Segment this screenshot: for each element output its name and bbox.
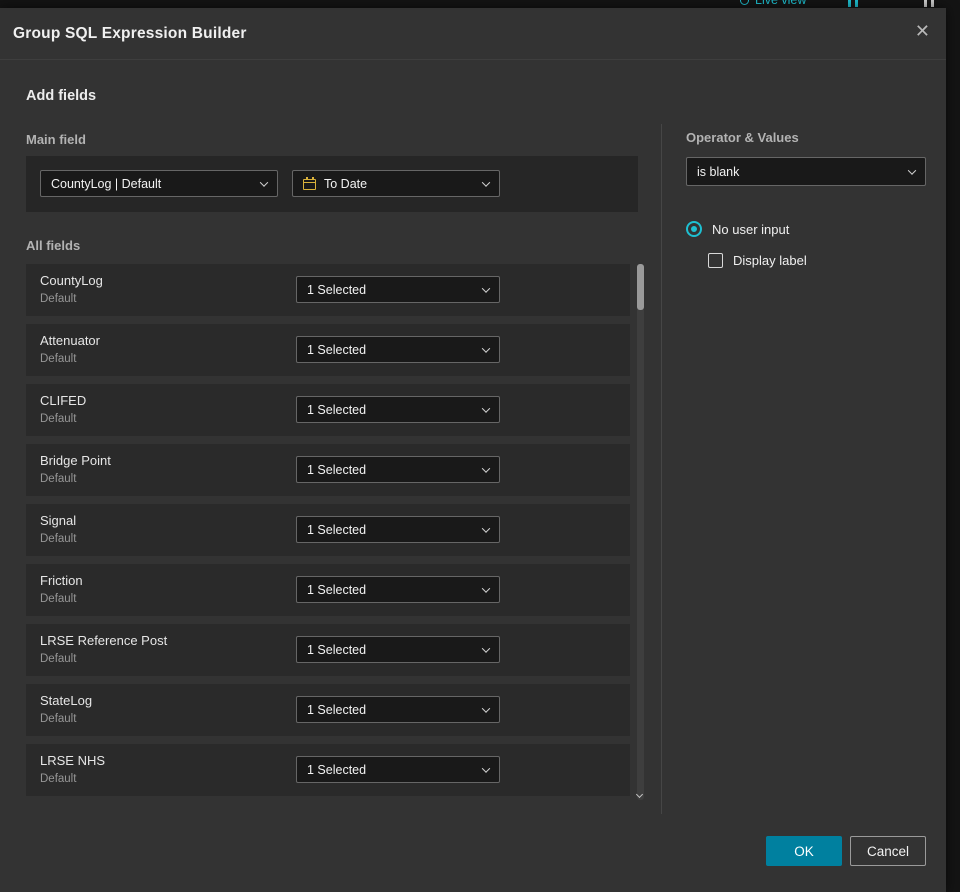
field-row-name: Friction	[40, 573, 83, 588]
field-row: Signal Default 1 Selected	[26, 504, 630, 556]
field-row-name: Attenuator	[40, 333, 100, 348]
field-row: LRSE NHS Default 1 Selected	[26, 744, 630, 796]
field-row: Attenuator Default 1 Selected	[26, 324, 630, 376]
display-label-checkbox-row[interactable]: Display label	[708, 253, 807, 268]
field-row: CountyLog Default 1 Selected	[26, 264, 630, 316]
field-row-sub: Default	[40, 353, 77, 365]
field-row: Friction Default 1 Selected	[26, 564, 630, 616]
operator-dropdown-value: is blank	[697, 164, 740, 179]
field-row-selection-label: 1 Selected	[307, 402, 367, 417]
chevron-down-icon	[481, 523, 491, 533]
field-row-name: LRSE NHS	[40, 753, 106, 768]
field-row-selection-label: 1 Selected	[307, 462, 367, 477]
field-row: LRSE Reference Post Default 1 Selected	[26, 624, 630, 676]
field-row-sub: Default	[40, 473, 77, 485]
display-label-label: Display label	[733, 253, 807, 268]
live-view-icon	[740, 0, 749, 5]
chevron-down-icon	[481, 177, 491, 187]
close-icon[interactable]: ✕	[915, 22, 930, 40]
field-row-selection-label: 1 Selected	[307, 522, 367, 537]
field-row-name: Signal	[40, 513, 77, 528]
no-user-input-radio-row[interactable]: No user input	[686, 221, 789, 237]
date-dropdown-value: To Date	[324, 176, 368, 191]
field-row-sub: Default	[40, 293, 77, 305]
main-field-dropdown[interactable]: CountyLog | Default	[40, 170, 278, 197]
field-row-sub: Default	[40, 413, 77, 425]
field-row: CLIFED Default 1 Selected	[26, 384, 630, 436]
all-fields-label: All fields	[26, 238, 81, 253]
calendar-icon	[303, 177, 316, 190]
chevron-down-icon	[481, 463, 491, 473]
field-row-name: Bridge Point	[40, 453, 111, 468]
checkbox-unchecked-icon[interactable]	[708, 253, 723, 268]
field-row-name: CountyLog	[40, 273, 103, 288]
field-row-name: StateLog	[40, 693, 93, 708]
field-row-name: LRSE Reference Post	[40, 633, 168, 648]
field-selection-dropdown[interactable]: 1 Selected	[296, 276, 500, 303]
chevron-down-icon	[481, 403, 491, 413]
chevron-down-icon	[907, 165, 917, 175]
date-dropdown[interactable]: To Date	[292, 170, 500, 197]
add-fields-heading: Add fields	[26, 88, 97, 104]
columns-icon[interactable]	[924, 0, 934, 7]
field-row-sub: Default	[40, 593, 77, 605]
all-fields-list: CountyLog Default 1 Selected Attenuator …	[26, 264, 630, 804]
field-row: Bridge Point Default 1 Selected	[26, 444, 630, 496]
chevron-down-icon	[481, 283, 491, 293]
main-field-box: CountyLog | Default To Date	[26, 156, 638, 212]
main-field-dropdown-value: CountyLog | Default	[51, 176, 162, 191]
ok-button[interactable]: OK	[766, 836, 842, 866]
chevron-down-icon	[259, 177, 269, 187]
field-row-selection-label: 1 Selected	[307, 282, 367, 297]
group-sql-expression-builder-dialog: Group SQL Expression Builder ✕ Add field…	[0, 8, 946, 892]
scrollbar-thumb[interactable]	[637, 264, 644, 310]
chevron-down-icon	[481, 343, 491, 353]
chevron-down-icon	[481, 763, 491, 773]
field-selection-dropdown[interactable]: 1 Selected	[296, 396, 500, 423]
dialog-header: Group SQL Expression Builder ✕	[0, 8, 946, 60]
field-selection-dropdown[interactable]: 1 Selected	[296, 576, 500, 603]
field-selection-dropdown[interactable]: 1 Selected	[296, 456, 500, 483]
vertical-divider	[661, 124, 662, 814]
scrollbar[interactable]	[635, 264, 644, 800]
field-row-name: CLIFED	[40, 393, 87, 408]
field-row-selection-label: 1 Selected	[307, 642, 367, 657]
field-row-selection-label: 1 Selected	[307, 342, 367, 357]
field-row-sub: Default	[40, 773, 77, 785]
field-selection-dropdown[interactable]: 1 Selected	[296, 516, 500, 543]
dialog-title: Group SQL Expression Builder	[13, 25, 247, 42]
field-selection-dropdown[interactable]: 1 Selected	[296, 696, 500, 723]
pause-icon[interactable]	[848, 0, 858, 7]
chevron-down-icon	[481, 583, 491, 593]
field-row-sub: Default	[40, 653, 77, 665]
operator-dropdown[interactable]: is blank	[686, 157, 926, 186]
field-row: StateLog Default 1 Selected	[26, 684, 630, 736]
main-field-label: Main field	[26, 132, 86, 147]
cancel-button[interactable]: Cancel	[850, 836, 926, 866]
field-row-selection-label: 1 Selected	[307, 582, 367, 597]
no-user-input-label: No user input	[712, 221, 790, 237]
field-selection-dropdown[interactable]: 1 Selected	[296, 756, 500, 783]
field-row-selection-label: 1 Selected	[307, 702, 367, 717]
chevron-down-icon	[481, 703, 491, 713]
field-selection-dropdown[interactable]: 1 Selected	[296, 636, 500, 663]
field-row-sub: Default	[40, 533, 77, 545]
field-selection-dropdown[interactable]: 1 Selected	[296, 336, 500, 363]
scrollbar-down-arrow-icon[interactable]	[635, 790, 644, 799]
field-row-sub: Default	[40, 713, 77, 725]
chevron-down-icon	[481, 643, 491, 653]
field-row-selection-label: 1 Selected	[307, 762, 367, 777]
operator-values-label: Operator & Values	[686, 130, 799, 145]
application-window: Live view Group SQL Expression Builder ✕…	[0, 0, 960, 892]
live-view-label: Live view	[755, 0, 807, 7]
radio-selected-icon[interactable]	[686, 221, 702, 237]
live-view-toggle[interactable]: Live view	[740, 0, 806, 7]
